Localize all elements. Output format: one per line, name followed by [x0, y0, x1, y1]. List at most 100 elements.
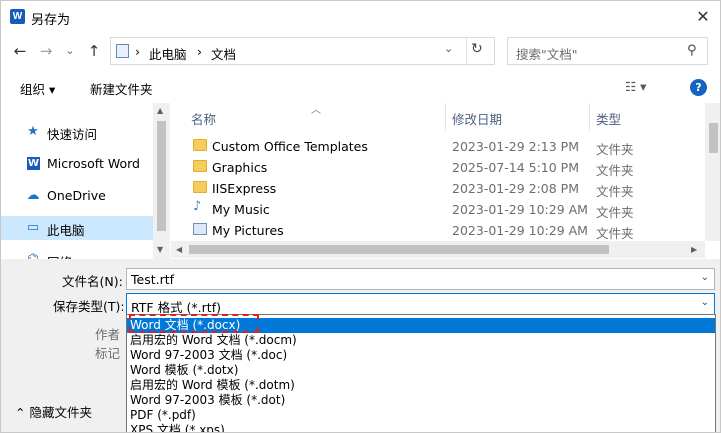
folder-icon	[193, 139, 207, 151]
divider	[466, 38, 467, 64]
sidebar-scrollbar[interactable]: ▲ ▼	[153, 103, 170, 259]
search-placeholder: 搜索"文档"	[516, 47, 578, 62]
file-date: 2023-01-29 10:29 AM	[452, 223, 588, 238]
filetype-option[interactable]: 启用宏的 Word 模板 (*.dotm)	[127, 378, 715, 393]
column-header-type[interactable]: 类型	[596, 109, 621, 128]
filetype-select[interactable]: RTF 格式 (*.rtf) ⌄	[126, 293, 715, 315]
computer-icon: ▭	[26, 220, 40, 235]
filetype-option[interactable]: Word 模板 (*.dotx)	[127, 363, 715, 378]
address-history-chevron-icon[interactable]: ⌄	[444, 42, 453, 55]
sidebar-item-label: 快速访问	[47, 127, 98, 142]
network-icon: ⌬	[25, 252, 41, 259]
word-icon: W	[27, 157, 40, 170]
column-header-name[interactable]: 名称	[191, 109, 216, 128]
tags-label: 标记	[95, 346, 121, 361]
word-app-icon: W	[10, 9, 25, 24]
file-type: 文件夹	[596, 226, 634, 241]
sidebar-item-label: 网络	[47, 252, 72, 259]
help-icon[interactable]: ?	[690, 79, 707, 96]
scrollbar-thumb[interactable]	[157, 121, 166, 231]
filetype-option[interactable]: XPS 文档 (*.xps)	[127, 423, 715, 432]
highlight-annotation-box	[129, 314, 259, 333]
file-name: My Music	[212, 202, 270, 217]
recent-locations-button[interactable]: ⌄	[59, 39, 81, 63]
file-type: 文件夹	[596, 142, 634, 157]
sidebar-item-onedrive[interactable]: ☁ OneDrive	[1, 184, 153, 208]
file-row[interactable]: Custom Office Templates 2023-01-29 2:13 …	[171, 136, 705, 157]
file-row[interactable]: ♪ My Music 2023-01-29 10:29 AM 文件夹	[171, 199, 705, 220]
search-box[interactable]: 搜索"文档" ⚲	[507, 37, 708, 65]
folder-icon	[193, 160, 207, 172]
file-name: Custom Office Templates	[212, 139, 368, 154]
onedrive-icon: ☁	[26, 188, 40, 203]
breadcrumb-documents[interactable]: 文档	[211, 44, 236, 63]
filetype-option[interactable]: Word 97-2003 文档 (*.doc)	[127, 348, 715, 363]
filetype-option[interactable]: Word 97-2003 模板 (*.dot)	[127, 393, 715, 408]
filename-value: Test.rtf	[131, 272, 175, 287]
refresh-icon[interactable]: ↻	[471, 41, 483, 57]
breadcrumb-separator: ›	[197, 44, 202, 59]
filename-label: 文件名(N):	[62, 274, 123, 289]
music-icon: ♪	[193, 199, 202, 214]
file-date: 2023-01-29 2:08 PM	[452, 181, 579, 196]
chevron-down-icon[interactable]: ⌄	[701, 272, 709, 283]
sidebar-item-network[interactable]: ⌬ 网络	[1, 248, 153, 259]
filename-input[interactable]: Test.rtf ⌄	[126, 268, 715, 290]
file-list-horizontal-scrollbar[interactable]: ◀ ▶	[171, 241, 705, 258]
breadcrumb-this-pc[interactable]: 此电脑	[149, 44, 187, 63]
file-type: 文件夹	[596, 205, 634, 220]
scrollbar-thumb[interactable]	[709, 123, 718, 153]
file-type: 文件夹	[596, 163, 634, 178]
file-name: IISExpress	[212, 181, 277, 196]
search-icon[interactable]: ⚲	[687, 43, 697, 58]
file-date: 2025-07-14 5:10 PM	[452, 160, 579, 175]
chevron-down-icon[interactable]: ⌄	[701, 297, 709, 308]
scroll-right-arrow-icon[interactable]: ▶	[691, 245, 697, 254]
sidebar-item-label: OneDrive	[47, 188, 106, 203]
scroll-down-arrow-icon[interactable]: ▼	[157, 245, 163, 254]
window-title: 另存为	[31, 13, 71, 28]
author-label: 作者	[95, 327, 121, 342]
filetype-label: 保存类型(T):	[53, 299, 125, 314]
file-type: 文件夹	[596, 184, 634, 199]
file-date: 2023-01-29 2:13 PM	[452, 139, 579, 154]
title-bar: W 另存为 ✕	[1, 1, 720, 33]
file-row[interactable]: Graphics 2025-07-14 5:10 PM 文件夹	[171, 157, 705, 178]
up-button[interactable]: ↑	[83, 39, 105, 63]
new-folder-button[interactable]: 新建文件夹	[90, 79, 153, 98]
file-name: Graphics	[212, 160, 268, 175]
file-date: 2023-01-29 10:29 AM	[452, 202, 588, 217]
view-options-icon[interactable]: ☷ ▾	[625, 79, 646, 94]
back-button[interactable]: ←	[9, 39, 31, 63]
file-list-vertical-scrollbar[interactable]	[705, 103, 720, 241]
navigation-pane: ★ 快速访问 W Microsoft Word ☁ OneDrive ▭ 此电脑…	[1, 103, 153, 259]
close-button[interactable]: ✕	[691, 5, 715, 29]
toolbar: 组织 ▾ 新建文件夹 ☷ ▾	[1, 73, 720, 103]
scroll-left-arrow-icon[interactable]: ◀	[176, 245, 182, 254]
file-list: ︿ 名称 修改日期 类型 Custom Office Templates 202…	[171, 103, 705, 241]
file-name: My Pictures	[212, 223, 284, 238]
sidebar-item-label: Microsoft Word	[47, 156, 140, 171]
column-divider[interactable]	[445, 103, 446, 131]
sidebar-item-microsoft-word[interactable]: W Microsoft Word	[1, 152, 153, 176]
filetype-option[interactable]: PDF (*.pdf)	[127, 408, 715, 423]
filetype-option[interactable]: 启用宏的 Word 文档 (*.docm)	[127, 333, 715, 348]
sidebar-item-quick-access[interactable]: ★ 快速访问	[1, 120, 153, 144]
scrollbar-thumb[interactable]	[189, 245, 609, 254]
organize-menu[interactable]: 组织 ▾	[20, 79, 55, 98]
breadcrumb-separator: ›	[135, 44, 140, 59]
file-row[interactable]: My Pictures 2023-01-29 10:29 AM 文件夹	[171, 220, 705, 241]
scroll-up-arrow-icon[interactable]: ▲	[157, 106, 163, 115]
sidebar-item-this-pc[interactable]: ▭ 此电脑	[1, 216, 153, 240]
column-header-date[interactable]: 修改日期	[452, 109, 502, 128]
folder-icon	[193, 181, 207, 193]
sort-ascending-icon: ︿	[311, 105, 321, 116]
chevron-up-icon: ⌃	[15, 405, 30, 420]
forward-button[interactable]: →	[35, 39, 57, 63]
file-row[interactable]: IISExpress 2023-01-29 2:08 PM 文件夹	[171, 178, 705, 199]
column-divider[interactable]	[589, 103, 590, 131]
computer-icon	[116, 44, 129, 58]
address-bar[interactable]: › 此电脑 › 文档 ⌄ ↻	[110, 37, 495, 65]
hide-folders-toggle[interactable]: ⌃ 隐藏文件夹	[15, 402, 92, 421]
pictures-icon	[193, 223, 207, 235]
